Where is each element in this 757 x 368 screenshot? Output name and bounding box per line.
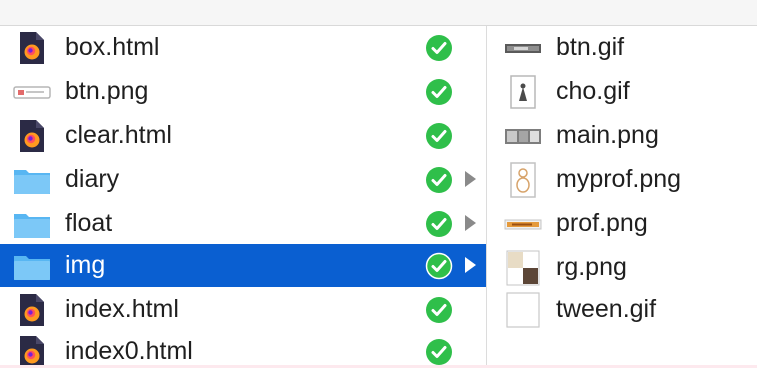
- list-item-file[interactable]: index.html: [0, 288, 486, 331]
- synced-check-icon: [425, 78, 453, 106]
- gif-thumbnail-icon: [502, 74, 544, 110]
- list-item-file[interactable]: tween.gif: [488, 288, 757, 331]
- disclosure-arrow-icon: [465, 215, 476, 231]
- synced-check-icon: [425, 252, 453, 280]
- list-item-file[interactable]: myprof.png: [488, 158, 757, 201]
- png-thumbnail-icon: [12, 74, 52, 110]
- firefox-html-file-icon: [12, 118, 52, 154]
- file-name: prof.png: [556, 209, 648, 237]
- file-name: btn.png: [65, 77, 149, 105]
- folder-icon: [12, 206, 52, 242]
- png-thumbnail-icon: [502, 162, 544, 198]
- firefox-html-file-icon: [12, 30, 52, 66]
- synced-check-icon: [425, 34, 453, 62]
- parent-folder-column[interactable]: box.html btn.png clear.html diary float …: [0, 26, 487, 368]
- list-item-file[interactable]: cho.gif: [488, 70, 757, 113]
- folder-icon: [12, 162, 52, 198]
- column-header-strip: [0, 0, 757, 26]
- list-item-folder[interactable]: float: [0, 202, 486, 245]
- firefox-html-file-icon: [12, 334, 52, 368]
- list-item-file[interactable]: btn.gif: [488, 26, 757, 69]
- file-name: cho.gif: [556, 77, 630, 105]
- synced-check-icon: [425, 338, 453, 366]
- gif-thumbnail-icon: [502, 30, 544, 66]
- disclosure-arrow-icon: [465, 257, 476, 273]
- disclosure-arrow-icon: [465, 171, 476, 187]
- file-name: btn.gif: [556, 33, 625, 61]
- file-name: float: [65, 209, 113, 237]
- synced-check-icon: [425, 166, 453, 194]
- file-name: index0.html: [65, 337, 193, 365]
- list-item-folder-selected[interactable]: img: [0, 244, 486, 287]
- file-name: rg.png: [556, 253, 627, 281]
- file-name: index.html: [65, 295, 179, 323]
- img-folder-contents-column[interactable]: btn.gif cho.gif main.png myprof.png prof…: [488, 26, 757, 368]
- synced-check-icon: [425, 210, 453, 238]
- png-thumbnail-icon: [502, 250, 544, 286]
- file-name: clear.html: [65, 121, 172, 149]
- list-item-file[interactable]: clear.html: [0, 114, 486, 157]
- list-item-file[interactable]: main.png: [488, 114, 757, 157]
- file-name: main.png: [556, 121, 659, 149]
- list-item-file[interactable]: box.html: [0, 26, 486, 69]
- png-thumbnail-icon: [502, 206, 544, 242]
- synced-check-icon: [425, 122, 453, 150]
- folder-icon: [12, 248, 52, 284]
- png-thumbnail-icon: [502, 118, 544, 154]
- synced-check-icon: [425, 296, 453, 324]
- list-item-file[interactable]: index0.html: [0, 330, 486, 368]
- file-name: diary: [65, 165, 120, 193]
- file-name: myprof.png: [556, 165, 682, 193]
- file-name: img: [65, 251, 106, 279]
- firefox-html-file-icon: [12, 292, 52, 328]
- list-item-file[interactable]: rg.png: [488, 246, 757, 289]
- list-item-file[interactable]: prof.png: [488, 202, 757, 245]
- file-name: tween.gif: [556, 295, 657, 323]
- file-name: box.html: [65, 33, 160, 61]
- list-item-folder[interactable]: diary: [0, 158, 486, 201]
- gif-thumbnail-icon: [502, 292, 544, 328]
- list-item-file[interactable]: btn.png: [0, 70, 486, 113]
- finder-column-view: box.html btn.png clear.html diary float …: [0, 0, 757, 368]
